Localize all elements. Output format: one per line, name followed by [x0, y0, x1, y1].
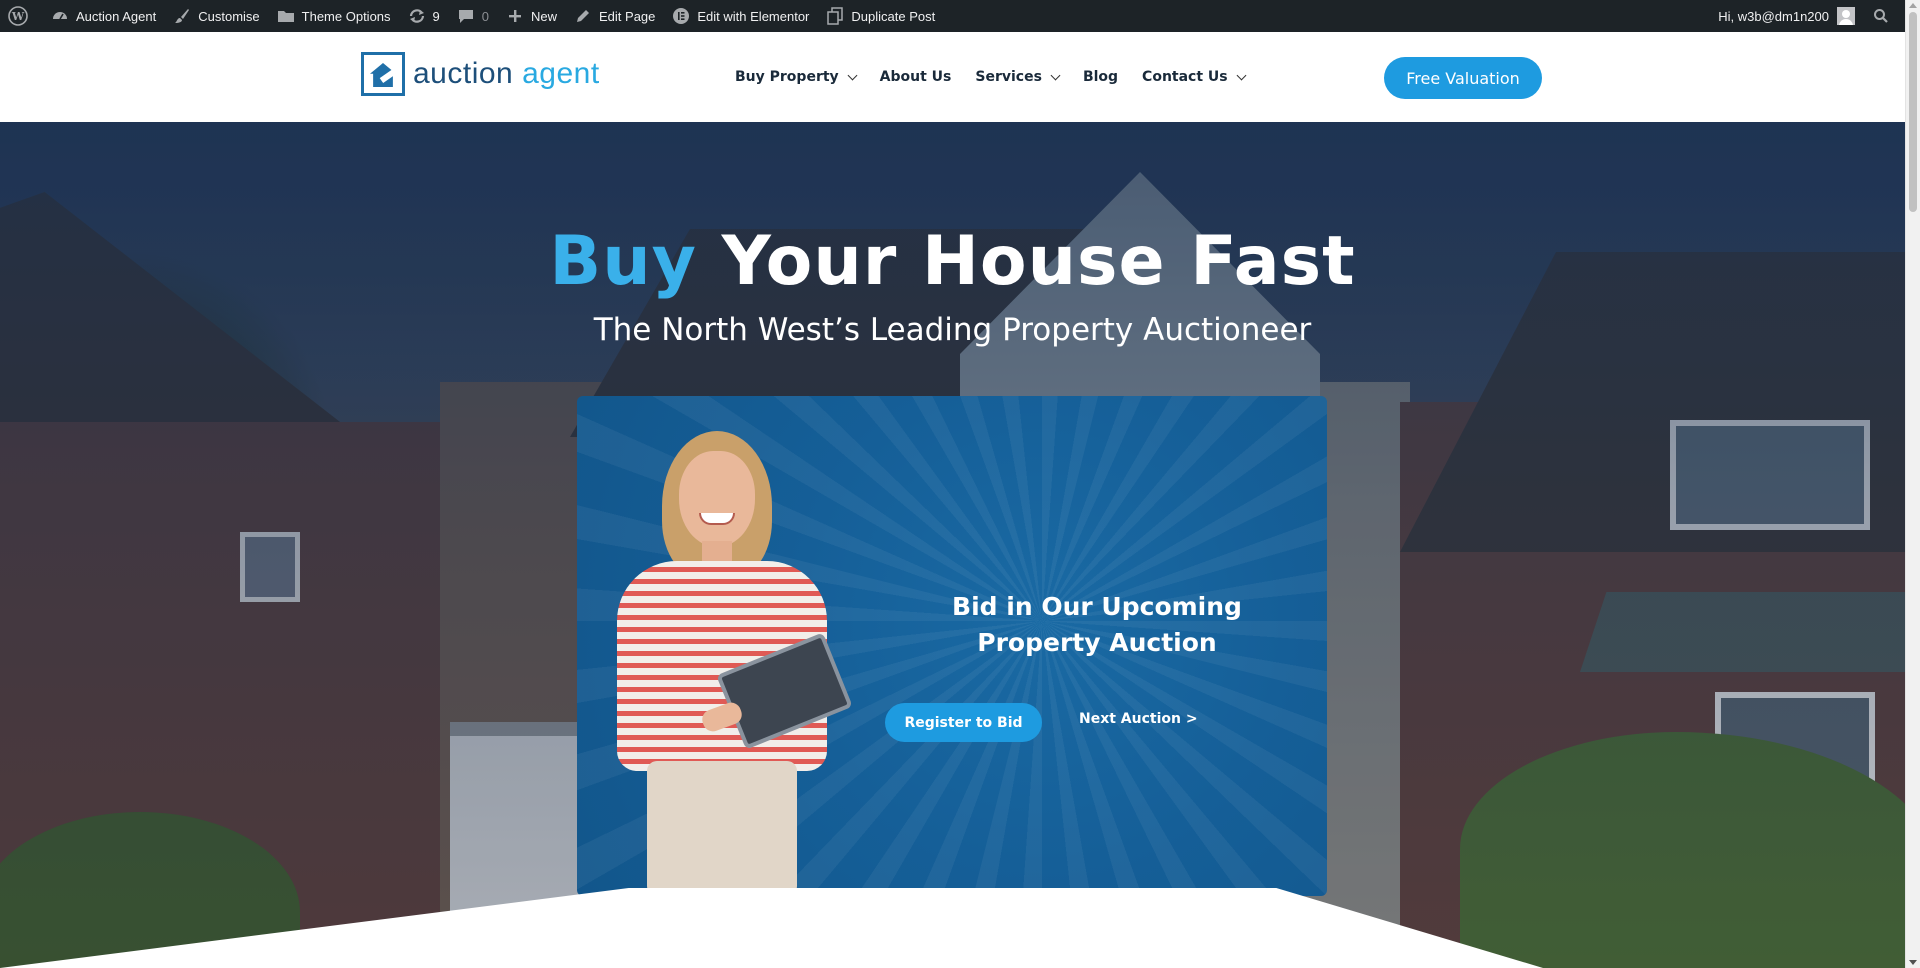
- hero-title-accent: Buy: [549, 222, 697, 301]
- main-nav: Buy Property About Us Services Blog Cont…: [735, 32, 1269, 122]
- hero-title-rest: Your House Fast: [696, 222, 1356, 301]
- duplicate-icon: [825, 6, 845, 26]
- customise-label: Customise: [198, 8, 260, 24]
- woman-with-tablet-image: [607, 431, 857, 896]
- search-icon: [1871, 6, 1891, 26]
- svg-text:W: W: [11, 10, 25, 23]
- greeting-label: Hi, w3b@dm1n200: [1718, 8, 1829, 24]
- logo-text: auction agent: [413, 59, 600, 89]
- site-name-menu[interactable]: Auction Agent: [42, 0, 164, 32]
- admin-bar: W Auction Agent Customise Theme Options …: [0, 0, 1905, 32]
- nav-about-us-label: About Us: [879, 69, 952, 85]
- comment-icon: [456, 6, 476, 26]
- register-to-bid-button[interactable]: Register to Bid: [885, 703, 1042, 742]
- pencil-icon: [573, 6, 593, 26]
- updates-link[interactable]: 9: [399, 0, 448, 32]
- admin-bar-right: Hi, w3b@dm1n200: [1710, 0, 1905, 32]
- nav-about-us[interactable]: About Us: [880, 69, 952, 85]
- nav-services[interactable]: Services: [975, 69, 1061, 85]
- edit-page-label: Edit Page: [599, 8, 656, 24]
- edit-page-link[interactable]: Edit Page: [565, 0, 663, 32]
- scroll-down-arrow-icon[interactable]: [1909, 960, 1917, 965]
- logo-text-auction: auction: [413, 57, 514, 90]
- hero-title: Buy Your House Fast: [0, 222, 1905, 301]
- nav-contact-us[interactable]: Contact Us: [1142, 69, 1247, 85]
- hero-subtitle: The North West’s Leading Property Auctio…: [593, 312, 1312, 348]
- edit-elementor-label: Edit with Elementor: [697, 8, 810, 24]
- avatar: [1837, 7, 1855, 25]
- auction-card-title: Bid in Our Upcoming Property Auction: [952, 592, 1242, 657]
- comments-count: 0: [481, 8, 489, 24]
- new-content-menu[interactable]: New: [497, 0, 565, 32]
- plus-icon: [505, 6, 525, 26]
- theme-options-link[interactable]: Theme Options: [268, 0, 399, 32]
- folder-icon: [276, 6, 296, 26]
- nav-services-label: Services: [975, 69, 1042, 85]
- customise-link[interactable]: Customise: [164, 0, 267, 32]
- theme-options-label: Theme Options: [301, 8, 391, 24]
- scroll-up-arrow-icon[interactable]: [1909, 3, 1917, 8]
- site-name-label: Auction Agent: [76, 8, 157, 24]
- chevron-down-icon: [1050, 70, 1061, 80]
- my-account-menu[interactable]: Hi, w3b@dm1n200: [1710, 0, 1863, 32]
- elementor-icon: [671, 6, 691, 26]
- duplicate-post-label: Duplicate Post: [851, 8, 936, 24]
- scrollbar-thumb[interactable]: [1909, 12, 1917, 212]
- wordpress-menu[interactable]: W: [0, 0, 42, 32]
- nav-buy-property[interactable]: Buy Property: [735, 69, 858, 85]
- refresh-icon: [407, 6, 427, 26]
- auction-card: Bid in Our Upcoming Property Auction Reg…: [577, 396, 1327, 896]
- edit-elementor-link[interactable]: Edit with Elementor: [663, 0, 817, 32]
- nav-buy-property-label: Buy Property: [735, 69, 839, 85]
- hero-section: Buy Your House Fast The North West’s Lea…: [0, 122, 1905, 968]
- chevron-down-icon: [1236, 70, 1247, 80]
- new-label: New: [531, 8, 558, 24]
- free-valuation-button[interactable]: Free Valuation: [1384, 57, 1542, 99]
- admin-search[interactable]: [1863, 0, 1905, 32]
- comments-link[interactable]: 0: [448, 0, 497, 32]
- chevron-down-icon: [847, 70, 858, 80]
- next-auction-link[interactable]: Next Auction >: [1079, 711, 1198, 727]
- site-header: auction agent Buy Property About Us Serv…: [0, 32, 1905, 122]
- logo-house-icon: [361, 52, 405, 96]
- logo-text-agent: agent: [513, 57, 600, 90]
- site-logo[interactable]: auction agent: [361, 52, 600, 96]
- nav-blog[interactable]: Blog: [1083, 69, 1118, 85]
- nav-blog-label: Blog: [1082, 69, 1119, 85]
- nav-contact-us-label: Contact Us: [1142, 69, 1228, 85]
- duplicate-post-link[interactable]: Duplicate Post: [817, 0, 943, 32]
- paintbrush-icon: [172, 6, 192, 26]
- updates-count: 9: [432, 8, 440, 24]
- dashboard-icon: [50, 6, 70, 26]
- wordpress-logo-icon: W: [8, 6, 28, 26]
- page-scrollbar[interactable]: [1905, 0, 1920, 968]
